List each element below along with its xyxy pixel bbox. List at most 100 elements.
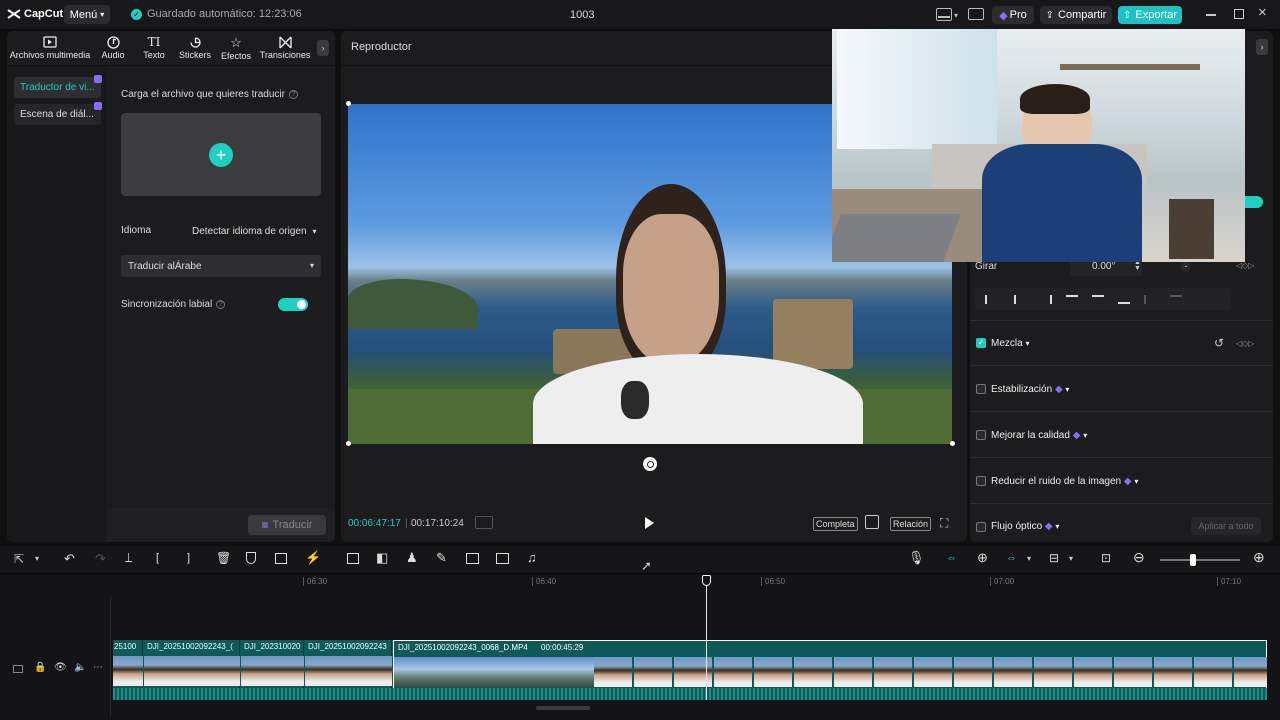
reduce-noise-row[interactable]: Reducir el ruido de la imagen ◆ ▾ — [991, 476, 1138, 487]
caption-icon[interactable]: ⊡ — [1101, 551, 1111, 565]
keyframe-nav-icon[interactable]: ◁◇▷ — [1236, 339, 1254, 348]
redo-icon[interactable]: ↷ — [95, 551, 106, 567]
rotate-minus-button[interactable]: - — [1181, 262, 1191, 272]
menu-button[interactable]: Menú ▾ — [64, 5, 110, 24]
zoom-slider[interactable] — [1160, 559, 1240, 561]
microphone-icon[interactable]: 🎙 — [908, 550, 925, 566]
freeze-frame-icon[interactable] — [347, 553, 359, 564]
help-icon[interactable]: ? — [288, 90, 298, 99]
play-icon[interactable] — [645, 517, 654, 529]
maximize-icon[interactable] — [1234, 9, 1244, 19]
help-icon[interactable]: ? — [216, 300, 226, 309]
panel-chevron-right-icon[interactable]: › — [1256, 39, 1268, 55]
magnet-icon[interactable]: ⊕ — [977, 550, 988, 566]
eye-icon[interactable]: 👁 — [54, 662, 67, 673]
trim-left-icon[interactable]: [ — [156, 552, 159, 564]
marker-icon[interactable] — [246, 552, 256, 564]
toolbar-effects[interactable]: ☆ Efectos — [215, 31, 257, 65]
snap-icon[interactable]: ⇔ — [1006, 552, 1017, 564]
optical-flow-row[interactable]: Flujo óptico ◆ ▾ — [991, 521, 1059, 532]
media-toolbar: Archivos multimedia Audio TI Texto Stick… — [7, 31, 335, 65]
more-options-icon[interactable]: ⋯ — [93, 662, 103, 673]
screenshot-icon[interactable] — [865, 515, 879, 529]
timecode-grid-icon[interactable] — [475, 516, 493, 529]
align-center-icon[interactable] — [1014, 294, 1026, 304]
toolbar-text[interactable]: TI Texto — [133, 31, 175, 65]
translate-button[interactable]: Traducir — [248, 515, 326, 535]
delete-icon[interactable]: 🗑 — [216, 551, 231, 565]
align-right-icon[interactable] — [1040, 294, 1052, 304]
align-middle-icon[interactable] — [1092, 294, 1104, 304]
fullscreen-icon[interactable]: ⛶ — [940, 516, 948, 531]
gem-icon: ◆ — [1072, 430, 1081, 441]
close-icon[interactable]: × — [1258, 4, 1267, 21]
ratio-button[interactable]: Relación — [890, 517, 932, 531]
link-clips-icon[interactable]: ⇔ — [946, 552, 957, 564]
blend-checkbox[interactable]: ✓ — [976, 338, 986, 348]
nav-item-translator[interactable]: Traductor de vi... — [14, 77, 101, 98]
layout-icon[interactable] — [936, 8, 952, 21]
export-button[interactable]: ⇧ Exportar — [1118, 6, 1182, 24]
pro-button[interactable]: ◆ Pro — [992, 6, 1034, 24]
timeline-scrollbar[interactable] — [536, 706, 590, 710]
align-bottom-icon[interactable] — [1118, 295, 1130, 304]
toolbar-audio[interactable]: Audio — [93, 31, 133, 65]
target-language-select[interactable]: Traducir alÁrabe ▾ — [121, 255, 321, 277]
distribute-h-icon[interactable] — [1144, 294, 1156, 304]
zoom-out-icon[interactable]: ⊖ — [1133, 549, 1145, 566]
keyframe-nav-icon[interactable]: ◁◇▷ — [1236, 261, 1254, 270]
magic-wand-icon[interactable]: ✎ — [436, 550, 447, 566]
distribute-v-icon[interactable] — [1170, 294, 1182, 304]
full-quality-button[interactable]: Completa — [813, 517, 858, 531]
rotate-handle-icon[interactable] — [643, 457, 657, 471]
undo-icon[interactable]: ↶ — [64, 551, 75, 567]
playhead-handle[interactable] — [702, 575, 711, 586]
zoom-slider-handle[interactable] — [1190, 554, 1196, 566]
toolbar-media[interactable]: Archivos multimedia — [7, 31, 93, 65]
toolbar-stickers[interactable]: Stickers — [175, 31, 215, 65]
add-icon[interactable]: + — [209, 142, 233, 167]
crop-icon[interactable] — [275, 553, 287, 564]
improve-quality-checkbox[interactable] — [976, 430, 986, 443]
blend-label-row[interactable]: Mezcla ▾ — [991, 338, 1029, 349]
reset-icon[interactable]: ↺ — [1214, 336, 1224, 350]
align-top-icon[interactable] — [1066, 294, 1078, 304]
mirror-icon[interactable]: ◧ — [376, 550, 388, 566]
optical-flow-checkbox[interactable] — [976, 522, 986, 535]
video-track[interactable]: 25100 DJI_20251002092243_( DJI_202310020… — [113, 640, 1267, 700]
select-cursor-icon[interactable]: ⇱ — [14, 552, 24, 566]
lock-icon[interactable]: 🔒 — [34, 662, 46, 673]
split-icon[interactable]: ⟘ — [125, 551, 132, 566]
chevron-down-icon[interactable]: ▾ — [35, 554, 39, 563]
share-button[interactable]: ⇪ Compartir — [1040, 6, 1112, 24]
playhead[interactable] — [706, 585, 707, 700]
zoom-in-icon[interactable]: ⊕ — [1253, 549, 1265, 566]
minimize-icon[interactable] — [1206, 14, 1216, 16]
person-cutout-icon[interactable]: ♟ — [406, 550, 418, 566]
stabilization-row[interactable]: Estabilización ◆ ▾ — [991, 384, 1069, 395]
preview-axis-icon[interactable]: ⊟ — [1049, 551, 1059, 565]
chevron-down-icon[interactable]: ▾ — [1069, 554, 1073, 563]
language-select[interactable]: Detectar idioma de origen ▾ — [192, 226, 317, 237]
speed-icon[interactable]: ⚡ — [305, 550, 321, 566]
apply-all-button[interactable]: Aplicar a todo — [1191, 517, 1261, 535]
track-cover-icon[interactable] — [13, 665, 23, 673]
lipsync-toggle[interactable] — [278, 298, 308, 311]
upload-dropzone[interactable]: + — [121, 113, 321, 196]
layout-chevron-icon[interactable]: ▾ — [954, 11, 958, 20]
chevron-down-icon[interactable]: ▾ — [1027, 554, 1031, 563]
audio-wave-icon[interactable]: ♫ — [527, 550, 537, 565]
nav-item-dialogue-scene[interactable]: Escena de diál... — [14, 104, 101, 125]
reduce-noise-checkbox[interactable] — [976, 476, 986, 489]
improve-quality-row[interactable]: Mejorar la calidad ◆ ▾ — [991, 430, 1087, 441]
trim-right-icon[interactable]: ] — [187, 552, 190, 564]
stabilization-checkbox[interactable] — [976, 384, 986, 397]
toolbar-transitions[interactable]: Transiciones — [257, 31, 313, 65]
align-left-icon[interactable] — [985, 294, 997, 304]
speaker-icon[interactable]: 🔈 — [74, 662, 86, 673]
video-export-icon[interactable] — [496, 553, 509, 564]
hd-icon[interactable] — [466, 553, 479, 564]
left-nav — [7, 66, 107, 542]
toolbar-chevron-right-icon[interactable]: › — [317, 40, 329, 56]
keyboard-icon[interactable] — [968, 8, 984, 20]
